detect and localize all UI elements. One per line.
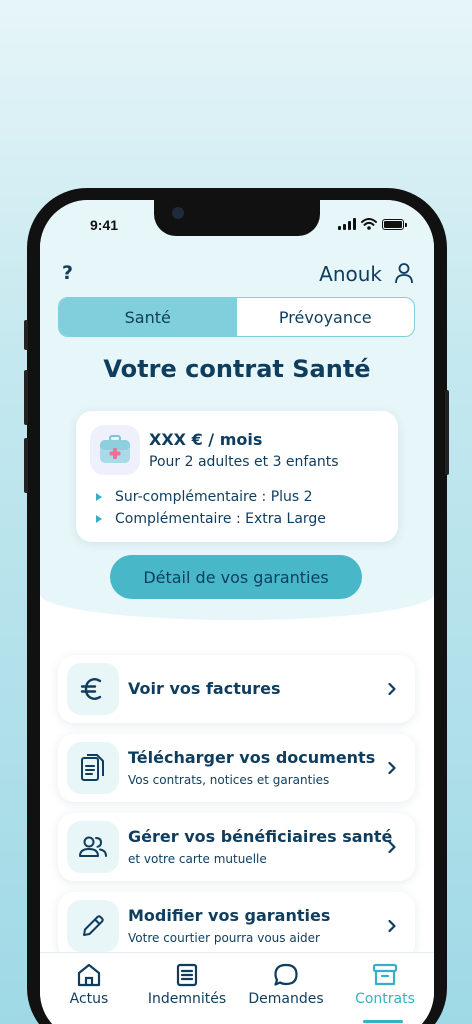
tab-label: Contrats: [355, 991, 415, 1007]
document-icon: [67, 742, 119, 794]
wifi-icon: [361, 218, 377, 230]
tab-demandes[interactable]: Demandes: [237, 963, 335, 1007]
euro-icon: [67, 663, 119, 715]
help-button[interactable]: ?: [62, 262, 73, 284]
menu-item-subtitle: et votre carte mutuelle: [128, 852, 267, 866]
contract-coverage: Pour 2 adultes et 3 enfants: [149, 454, 339, 470]
contract-bullet-text: Sur-complémentaire : Plus 2: [115, 489, 313, 505]
medical-kit-icon: [90, 425, 140, 475]
chevron-right-icon: [388, 919, 396, 933]
menu-item-subtitle: Votre courtier pourra vous aider: [128, 931, 320, 945]
phone-side-button: [24, 320, 28, 350]
menu-item-modifier-garanties[interactable]: Modifier vos garanties Votre courtier po…: [58, 892, 415, 960]
chevron-right-icon: [388, 761, 396, 775]
menu-item-documents[interactable]: Télécharger vos documents Vos contrats, …: [58, 734, 415, 802]
contract-card: XXX € / mois Pour 2 adultes et 3 enfants…: [76, 411, 398, 542]
contract-price: XXX € / mois: [149, 430, 263, 449]
phone-side-button: [24, 370, 28, 425]
user-icon[interactable]: [394, 262, 414, 284]
segmented-control: Santé Prévoyance: [58, 297, 415, 337]
signal-icon: [338, 218, 356, 230]
chat-icon: [274, 963, 298, 986]
contract-bullet: Complémentaire : Extra Large: [96, 511, 326, 527]
user-name[interactable]: Anouk: [319, 262, 382, 286]
tab-sante[interactable]: Santé: [59, 298, 237, 336]
contract-bullet: Sur-complémentaire : Plus 2: [96, 489, 313, 505]
status-icons: [338, 218, 407, 230]
tab-contrats[interactable]: Contrats: [336, 963, 434, 1007]
tab-label: Demandes: [248, 991, 324, 1007]
pencil-icon: [67, 900, 119, 952]
tab-label: Actus: [69, 991, 109, 1007]
tab-actus[interactable]: Actus: [40, 963, 138, 1007]
camera-icon: [172, 207, 184, 219]
active-tab-indicator: [363, 1020, 403, 1023]
list-icon: [176, 963, 198, 987]
menu-item-title: Modifier vos garanties: [128, 906, 331, 925]
menu-item-beneficiaires[interactable]: Gérer vos bénéficiaires santé et votre c…: [58, 813, 415, 881]
menu-item-title: Voir vos factures: [128, 679, 281, 698]
menu-item-title: Télécharger vos documents: [128, 748, 376, 767]
contract-bullet-text: Complémentaire : Extra Large: [115, 511, 326, 527]
phone-side-button: [445, 390, 449, 475]
menu-item-factures[interactable]: Voir vos factures: [58, 655, 415, 723]
home-icon: [77, 963, 101, 987]
chevron-right-icon: [388, 682, 396, 696]
menu-item-subtitle: Vos contrats, notices et garanties: [128, 773, 330, 787]
menu-item-title: Gérer vos bénéficiaires santé: [128, 827, 393, 846]
app-screen: 9:41 ? Anouk Santé Prévoyance Votre cont…: [40, 200, 434, 1024]
phone-side-button: [24, 438, 28, 493]
chevron-right-icon: [388, 840, 396, 854]
page-title: Votre contrat Santé: [103, 355, 371, 383]
garanties-detail-button[interactable]: Détail de vos garanties: [110, 555, 362, 599]
archive-icon: [372, 963, 398, 986]
bottom-tab-bar: Actus Indemnités Demandes Contrats: [40, 952, 434, 1024]
bullet-arrow-icon: [96, 493, 102, 501]
tab-indemnites[interactable]: Indemnités: [138, 963, 236, 1007]
tab-label: Indemnités: [147, 991, 227, 1007]
people-icon: [67, 821, 119, 873]
bullet-arrow-icon: [96, 515, 102, 523]
notch: [154, 200, 320, 236]
tab-prevoyance[interactable]: Prévoyance: [237, 298, 415, 336]
battery-icon: [382, 219, 407, 230]
status-time: 9:41: [90, 217, 119, 233]
